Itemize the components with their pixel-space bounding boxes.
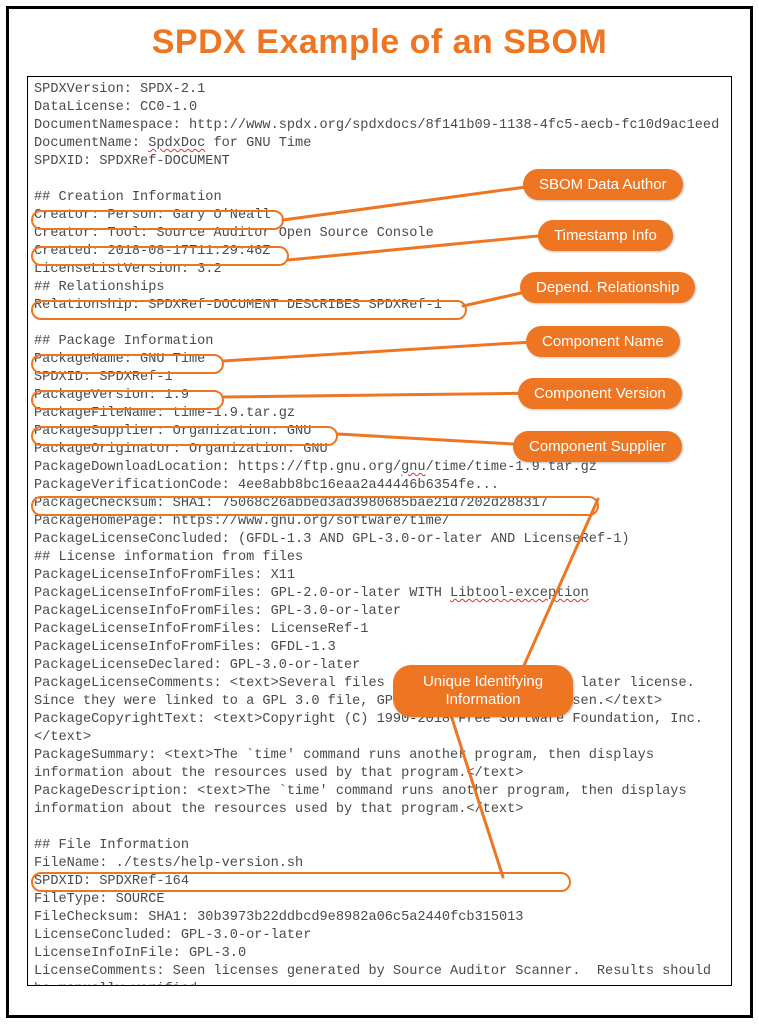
spdx-text: SPDXVersion: SPDX-2.1 DataLicense: CC0-1…	[28, 77, 731, 986]
line-packagedescription: PackageDescription: <text>The `time' com…	[34, 784, 695, 817]
line-filename: FileName: ./tests/help-version.sh	[34, 856, 303, 871]
line-packagedownload-c: /time/time-1.9.tar.gz	[426, 460, 597, 475]
line-pliff5: PackageLicenseInfoFromFiles: GFDL-1.3	[34, 640, 336, 655]
spdx-code-box: SPDXVersion: SPDX-2.1 DataLicense: CC0-1…	[27, 76, 732, 986]
line-packagelicensedeclared: PackageLicenseDeclared: GPL-3.0-or-later	[34, 658, 360, 673]
line-packagedownload-a: PackageDownloadLocation: https://ftp.gnu…	[34, 460, 401, 475]
line-packagedownload-b: gnu	[401, 460, 425, 475]
line-pliff1: PackageLicenseInfoFromFiles: X11	[34, 568, 295, 583]
line-packagecopyright: PackageCopyrightText: <text>Copyright (C…	[34, 712, 703, 745]
line-packageversion: PackageVersion: 1.9	[34, 388, 189, 403]
line-packageverification: PackageVerificationCode: 4ee8abb8bc16eaa…	[34, 478, 499, 493]
line-pliff4: PackageLicenseInfoFromFiles: LicenseRef-…	[34, 622, 368, 637]
line-packagesupplier: PackageSupplier: Organization: GNU	[34, 424, 311, 439]
figure-title: SPDX Example of an SBOM	[27, 23, 732, 62]
line-relationship: Relationship: SPDXRef-DOCUMENT DESCRIBES…	[34, 298, 442, 313]
line-documentname-c: for GNU Time	[205, 136, 311, 151]
line-licenseinfoinfile: LicenseInfoInFile: GPL-3.0	[34, 946, 246, 961]
line-licenselist: LicenseListVersion: 3.2	[34, 262, 222, 277]
line-packageoriginator: PackageOriginator: Organization: GNU	[34, 442, 328, 457]
figure-frame: SPDX Example of an SBOM SPDXVersion: SPD…	[6, 6, 753, 1018]
line-packagelicenseconcluded: PackageLicenseConcluded: (GFDL-1.3 AND G…	[34, 532, 630, 547]
line-packagehomepage: PackageHomePage: https://www.gnu.org/sof…	[34, 514, 450, 529]
line-pliff2-a: PackageLicenseInfoFromFiles: GPL-2.0-or-…	[34, 586, 450, 601]
line-creator-person: Creator: Person: Gary O'Neall	[34, 208, 271, 223]
section-creation: ## Creation Information	[34, 190, 222, 205]
section-license-files: ## License information from files	[34, 550, 303, 565]
line-documentname-b: SpdxDoc	[148, 136, 205, 151]
line-packagesummary: PackageSummary: <text>The `time' command…	[34, 748, 662, 781]
line-filetype: FileType: SOURCE	[34, 892, 165, 907]
section-relationships: ## Relationships	[34, 280, 165, 295]
line-docnamespace: DocumentNamespace: http://www.spdx.org/s…	[34, 118, 719, 133]
line-created: Created: 2018-08-17T11:29:46Z	[34, 244, 271, 259]
line-pkg-spdxid: SPDXID: SPDXRef-1	[34, 370, 173, 385]
line-spdxversion: SPDXVersion: SPDX-2.1	[34, 82, 205, 97]
line-pliff3: PackageLicenseInfoFromFiles: GPL-3.0-or-…	[34, 604, 401, 619]
section-package: ## Package Information	[34, 334, 213, 349]
line-filechecksum: FileChecksum: SHA1: 30b3973b22ddbcd9e898…	[34, 910, 523, 925]
line-packagelicensecomments: PackageLicenseComments: <text>Several fi…	[34, 676, 711, 709]
line-packagechecksum: PackageChecksum: SHA1: 75068c26abbed3ad3…	[34, 496, 548, 511]
line-licenseconcluded-file: LicenseConcluded: GPL-3.0-or-later	[34, 928, 311, 943]
line-documentname-a: DocumentName:	[34, 136, 148, 151]
line-pliff2-b: Libtool-exception	[450, 586, 589, 601]
section-file: ## File Information	[34, 838, 189, 853]
line-packagename: PackageName: GNU Time	[34, 352, 205, 367]
line-file-spdxid: SPDXID: SPDXRef-164	[34, 874, 189, 889]
line-datalicense: DataLicense: CC0-1.0	[34, 100, 197, 115]
line-licensecomments-file: LicenseComments: Seen licenses generated…	[34, 964, 719, 986]
line-spdxid: SPDXID: SPDXRef-DOCUMENT	[34, 154, 230, 169]
line-creator-tool: Creator: Tool: Source Auditor Open Sourc…	[34, 226, 434, 241]
line-packagefilename: PackageFileName: time-1.9.tar.gz	[34, 406, 295, 421]
